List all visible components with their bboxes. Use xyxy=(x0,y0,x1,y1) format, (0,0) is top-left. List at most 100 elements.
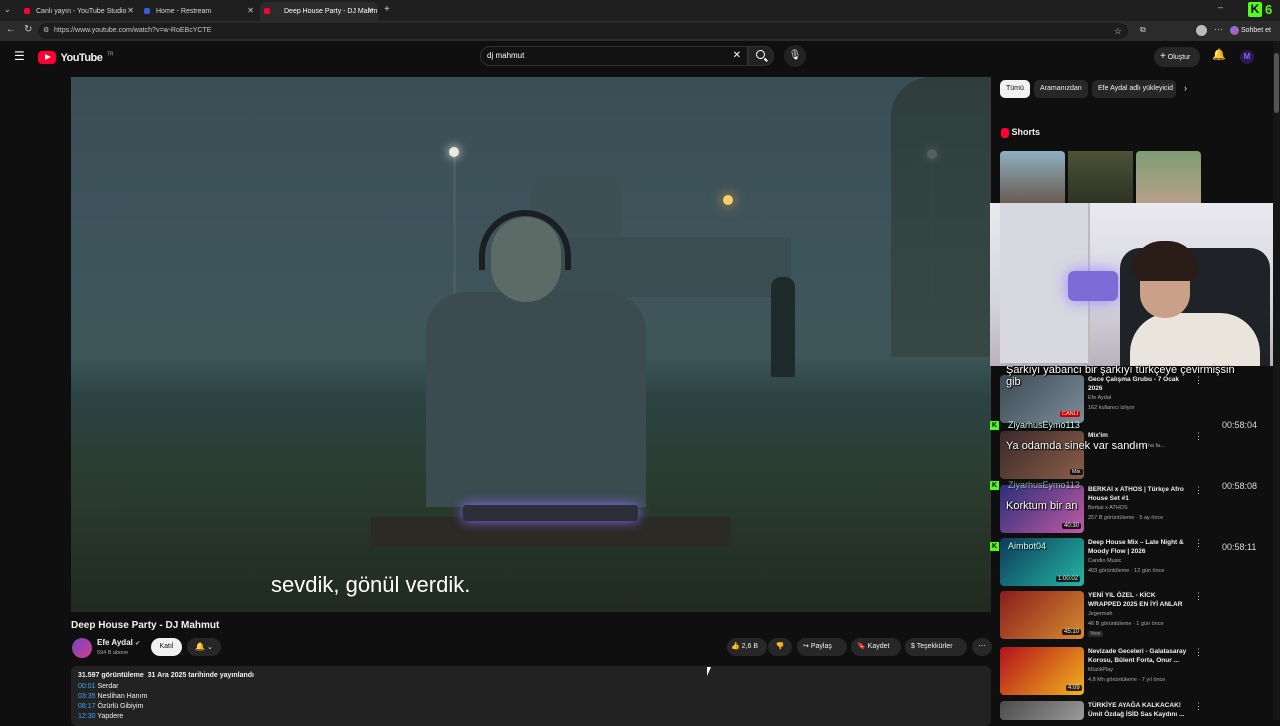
tab-restream[interactable]: Home - Restream ✕ xyxy=(140,2,258,21)
chat-message: Ya odamda sinek var sandım xyxy=(1006,440,1148,452)
video-title: BERKAI x ATHOS | Türkçe Afro House Set #… xyxy=(1088,486,1184,502)
kick-chat-icon: K xyxy=(990,421,999,430)
like-count: 2,6 B xyxy=(741,643,759,650)
dislike-button[interactable]: 👎 xyxy=(768,638,792,656)
shorts-thumb[interactable] xyxy=(1136,151,1201,203)
close-tab-icon[interactable]: ✕ xyxy=(127,6,134,15)
more-options-icon[interactable]: ⋮ xyxy=(1194,538,1203,549)
video-player[interactable]: sevdik, gönül verdik. xyxy=(71,77,991,612)
chat-username: Aimbot04 xyxy=(1008,541,1047,551)
menu-dots-icon[interactable]: ⋯ xyxy=(1214,24,1223,35)
account-avatar[interactable]: M xyxy=(1240,50,1254,64)
share-icon: ↪ xyxy=(803,643,809,650)
youtube-logo[interactable]: YouTube TR xyxy=(38,49,114,65)
filter-chip-from-search[interactable]: Aramanızdan xyxy=(1034,80,1088,98)
youtube-play-icon xyxy=(38,51,56,65)
thanks-button[interactable]: $ Teşekkürler xyxy=(905,638,967,656)
scrollbar-thumb[interactable] xyxy=(1274,53,1279,113)
chapter-name: Özürlü Gibiyim xyxy=(97,703,144,710)
youtube-header: ☰ YouTube TR dj mahmut ✕ 🎙 + Oluştur 🔔 M xyxy=(0,41,1280,75)
chapter-time[interactable]: 12:30 xyxy=(78,713,96,720)
new-badge: Yeni xyxy=(1088,631,1103,637)
page-scrollbar[interactable] xyxy=(1273,41,1280,720)
browser-tab-bar: ⌄ Canlı yayın - YouTube Studio ✕ Home - … xyxy=(0,0,1280,21)
more-options-icon[interactable]: ⋮ xyxy=(1194,485,1203,496)
filter-chip-all[interactable]: Tümü xyxy=(1000,80,1030,98)
search-query: dj mahmut xyxy=(487,51,525,60)
chapter-name: Serdar xyxy=(97,683,119,690)
minimize-icon[interactable]: – xyxy=(1218,2,1223,12)
more-options-icon[interactable]: ⋮ xyxy=(1194,431,1203,442)
tab-title: Canlı yayın - YouTube Studio xyxy=(36,8,127,15)
subscribe-notifications-button[interactable]: 🔔 ⌄ xyxy=(187,638,221,656)
microphone-icon: 🎙 xyxy=(788,50,802,61)
create-button[interactable]: + Oluştur xyxy=(1154,47,1200,67)
chapter-name: Neslihan Hanım xyxy=(97,693,148,700)
related-video[interactable]: Mix Mix'im ar ve daha fa... ⋮ xyxy=(1000,431,1203,481)
notifications-bell-icon[interactable]: 🔔 xyxy=(1212,48,1226,61)
verified-icon: ✔ xyxy=(135,641,141,647)
url-field[interactable]: ⚙ https://www.youtube.com/watch?v=w-RoEB… xyxy=(38,23,1128,39)
view-count-line: 31.597 görüntüleme 31 Ara 2025 tarihinde… xyxy=(78,672,254,679)
kick-logo-icon: K xyxy=(1248,2,1262,17)
related-video[interactable]: 45:10 YENİ YIL ÖZEL - KİCK WRAPPED 2025 … xyxy=(1000,591,1203,641)
kick-chat-icon: K xyxy=(990,542,999,551)
video-thumbnail[interactable] xyxy=(1000,701,1084,720)
tab-title: Deep House Party - DJ Mahm xyxy=(284,8,378,15)
more-options-icon[interactable]: ⋮ xyxy=(1194,701,1203,712)
related-video[interactable]: TÜRKİYE AYAĞA KALKACAK! Ümit Özdağ İSİD … xyxy=(1000,701,1203,720)
browser-address-bar: ← ↻ ⚙ https://www.youtube.com/watch?v=w-… xyxy=(0,21,1280,41)
tab-title: Home - Restream xyxy=(156,8,212,15)
thanks-icon: $ xyxy=(911,643,915,650)
more-actions-button[interactable]: ⋯ xyxy=(972,638,992,656)
dj-controller xyxy=(463,505,638,521)
search-button[interactable] xyxy=(748,46,774,66)
video-duration: 1:00:02 xyxy=(1056,576,1081,582)
extensions-icon[interactable]: ⧉ xyxy=(1140,25,1146,35)
chapter-time[interactable]: 00:01 xyxy=(78,683,96,690)
mix-badge: Mix xyxy=(1070,469,1083,475)
join-button[interactable]: Katıl xyxy=(151,638,182,656)
bookmark-icon: 🔖 xyxy=(857,643,866,650)
chevron-right-icon[interactable]: › xyxy=(1184,83,1187,93)
youtube-favicon-icon xyxy=(24,8,30,14)
filter-chip-uploader[interactable]: Efe Aydal adlı yükleyicid xyxy=(1092,80,1176,98)
chapter-time[interactable]: 03:35 xyxy=(78,693,96,700)
video-title: Deep House Party - DJ Mahmut xyxy=(71,620,220,631)
chat-button[interactable]: Sohbet et xyxy=(1230,24,1278,38)
chapter-time[interactable]: 08:17 xyxy=(78,703,96,710)
video-channel: Berkai x ATHOS xyxy=(1088,505,1128,511)
tab-deep-house-party[interactable]: Deep House Party - DJ Mahm ✕ xyxy=(260,2,378,21)
close-tab-icon[interactable]: ✕ xyxy=(247,6,254,15)
save-button[interactable]: 🔖 Kaydet xyxy=(851,638,901,656)
tab-list-icon[interactable]: ⌄ xyxy=(4,5,11,14)
share-button[interactable]: ↪ Paylaş xyxy=(797,638,847,656)
voice-search-button[interactable]: 🎙 xyxy=(784,45,806,67)
site-info-icon[interactable]: ⚙ xyxy=(43,23,49,39)
back-icon[interactable]: ← xyxy=(6,24,16,35)
clear-search-icon[interactable]: ✕ xyxy=(733,47,741,65)
save-label: Kaydet xyxy=(867,643,890,650)
chat-timestamp: 00:58:04 xyxy=(1222,420,1258,430)
url-text: https://www.youtube.com/watch?v=w-RoEBcY… xyxy=(54,27,212,34)
profile-avatar[interactable] xyxy=(1196,25,1207,36)
channel-avatar[interactable] xyxy=(72,638,92,658)
thanks-label: Teşekkürler xyxy=(916,643,953,650)
hamburger-menu-icon[interactable]: ☰ xyxy=(14,49,25,63)
channel-name[interactable]: Efe Aydal ✔ xyxy=(97,638,140,647)
related-video[interactable]: 4:09 Nevizade Geceleri - Galatasaray Kor… xyxy=(1000,647,1203,697)
bookmark-star-icon[interactable]: ☆ xyxy=(1114,23,1122,39)
shorts-thumb[interactable] xyxy=(1068,151,1133,203)
shorts-thumb[interactable] xyxy=(1000,151,1065,203)
new-tab-icon[interactable]: + xyxy=(384,4,390,15)
chapter-item: 08:17 Özürlü Gibiyim xyxy=(78,702,147,712)
close-tab-icon[interactable]: ✕ xyxy=(367,6,374,15)
more-options-icon[interactable]: ⋮ xyxy=(1194,647,1203,658)
search-input[interactable]: dj mahmut ✕ xyxy=(480,46,748,66)
shorts-icon xyxy=(1001,127,1009,138)
youtube-favicon-icon xyxy=(264,8,270,14)
reload-icon[interactable]: ↻ xyxy=(24,24,32,35)
like-button[interactable]: 👍 2,6 B xyxy=(727,638,767,656)
more-options-icon[interactable]: ⋮ xyxy=(1194,591,1203,602)
tab-youtube-studio[interactable]: Canlı yayın - YouTube Studio ✕ xyxy=(20,2,138,21)
